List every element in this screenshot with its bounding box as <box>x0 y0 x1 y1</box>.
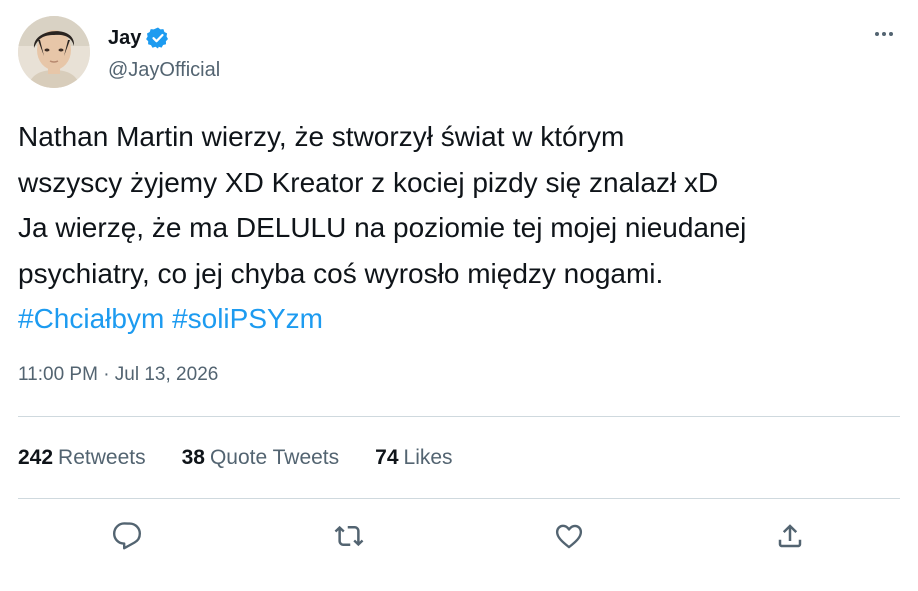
like-icon <box>555 524 583 549</box>
quote-tweets-label: Quote Tweets <box>209 446 340 469</box>
reply-icon <box>113 522 141 550</box>
tweet-text-line: wszyscy żyjemy XD Kreator z kociej pizdy… <box>18 166 719 198</box>
tweet-card: Jay @JayOfficial Nathan Martin wierzy, ż… <box>0 0 918 591</box>
divider <box>18 416 900 417</box>
hashtag-line: #Chciałbym #soliPSYzm <box>18 296 898 342</box>
share-button[interactable] <box>768 514 812 558</box>
tweet-text-line: Nathan Martin wierzy, że stworzył świat … <box>18 121 625 152</box>
share-icon <box>778 524 802 548</box>
retweets-count: 242 <box>18 446 54 469</box>
tweet-text-line: psychiatry, co jej chyba coś wyrosło mię… <box>18 257 664 289</box>
author-handle[interactable]: @JayOfficial <box>108 59 220 82</box>
retweets-stat[interactable]: 242 Retweets <box>18 446 146 470</box>
like-button[interactable] <box>547 514 591 558</box>
tweet-header: Jay @JayOfficial <box>18 16 900 90</box>
likes-count: 74 <box>375 446 399 469</box>
display-name-row: Jay <box>108 25 220 51</box>
likes-label: Likes <box>403 446 453 469</box>
verified-badge-icon <box>146 26 170 50</box>
retweet-button[interactable] <box>327 514 371 558</box>
display-name[interactable]: Jay <box>108 27 141 50</box>
quote-tweets-stat[interactable]: 38 Quote Tweets <box>182 446 340 470</box>
tweet-timestamp[interactable]: 11:00 PM · Jul 13, 2026 <box>18 364 218 386</box>
retweet-icon <box>334 525 364 547</box>
divider <box>18 498 900 499</box>
tweet-text: Nathan Martin wierzy, że stworzył świat … <box>18 114 898 342</box>
more-options-icon[interactable] <box>872 22 896 46</box>
avatar[interactable] <box>18 16 90 88</box>
reply-button[interactable] <box>105 514 149 558</box>
retweets-label: Retweets <box>58 446 146 469</box>
author-names: Jay @JayOfficial <box>108 25 220 82</box>
engagement-stats: 242 Retweets 38 Quote Tweets 74 Likes <box>18 446 489 470</box>
likes-stat[interactable]: 74 Likes <box>375 446 452 470</box>
hashtag-link[interactable]: #soliPSYzm <box>172 303 323 334</box>
quote-tweets-count: 38 <box>181 446 205 469</box>
action-bar <box>0 514 918 558</box>
hashtag-link[interactable]: #Chciałbym <box>18 303 164 334</box>
profile-photo-icon <box>18 16 90 88</box>
tweet-text-line: Ja wierzę, że ma DELULU na poziomie tej … <box>18 212 747 243</box>
